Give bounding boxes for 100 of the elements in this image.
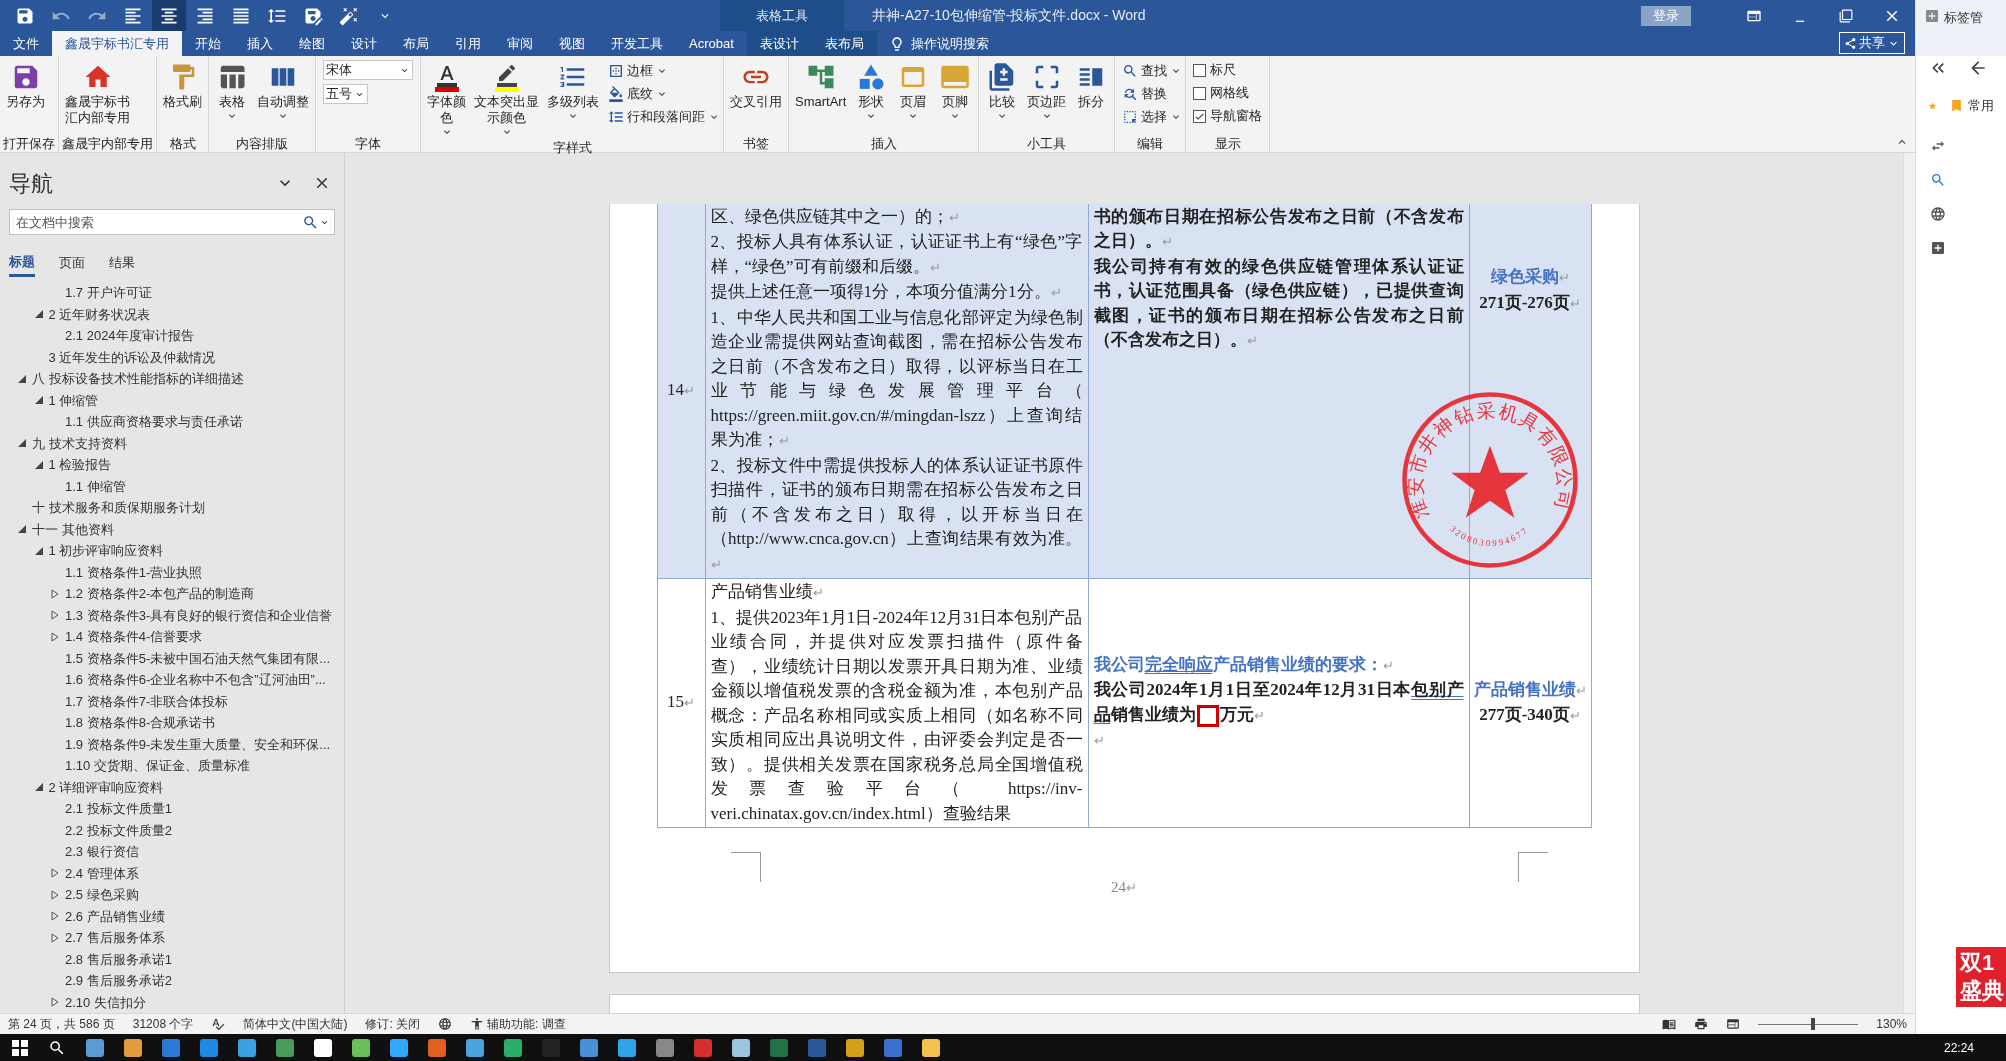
ribbon-button[interactable]: 行和段落间距 [608,106,720,127]
nav-heading[interactable]: 1.7 开户许可证 [65,283,152,303]
read-mode-icon[interactable] [1662,1017,1677,1031]
ribbon-button[interactable]: SmartArt [792,60,850,134]
app-icon[interactable] [846,1038,864,1057]
nav-tab[interactable]: 标题 [9,249,35,277]
nav-tab[interactable]: 结果 [109,249,135,277]
ribbon-button[interactable]: 页边距 [1024,60,1070,134]
proofing-icon[interactable] [211,1017,226,1031]
ribbon-tab[interactable]: 开始 [182,31,234,56]
tab-manager-icon[interactable] [1924,8,1940,24]
nav-heading[interactable]: 1.8 资格条件8-合规承诺书 [65,713,216,733]
app-icon[interactable] [580,1038,598,1057]
expanded-arrow-icon[interactable] [34,546,43,555]
font-dropdown[interactable]: 五号 [323,84,368,104]
nav-heading[interactable]: 1.10 交货期、保证金、质量标准 [65,756,250,776]
ribbon-button[interactable]: 多级列表 [544,60,602,138]
ribbon-tab[interactable]: 绘图 [286,31,338,56]
accessibility-status[interactable]: 辅助功能: 调查 [487,1015,566,1033]
promo-banner[interactable]: 双1 盛典 [1956,947,2006,1007]
nav-heading[interactable]: 2.4 管理体系 [65,863,139,883]
collapsed-arrow-icon[interactable] [51,610,59,621]
nav-heading[interactable]: 2.2 投标文件质量2 [65,820,172,840]
font-dropdown[interactable]: 宋体 [323,60,413,80]
ribbon-button[interactable]: 比较 [982,60,1023,134]
app-icon[interactable] [390,1038,408,1057]
expanded-arrow-icon[interactable] [34,396,43,405]
app-icon[interactable] [124,1038,142,1057]
collapsed-arrow-icon[interactable] [51,889,59,900]
app-icon[interactable] [352,1038,370,1057]
tell-me-search[interactable]: 操作说明搜索 [904,31,995,56]
clock[interactable]: 22:24 [1943,1038,1974,1057]
ribbon-tab[interactable]: 表布局 [811,31,877,56]
nav-heading[interactable]: 1.3 资格条件3-具有良好的银行资信和企业信誉 [65,605,333,625]
collapsed-arrow-icon[interactable] [51,868,59,879]
nav-heading[interactable]: 九 技术支持资料 [32,433,127,453]
app-icon[interactable] [732,1038,750,1057]
nav-heading[interactable]: 2.7 售后服务体系 [65,928,165,948]
ribbon-button[interactable]: 页眉 [893,60,934,134]
nav-tab[interactable]: 页面 [59,249,85,277]
ribbon-tab[interactable]: 布局 [390,31,442,56]
nav-heading[interactable]: 十 技术服务和质保期服务计划 [32,498,205,518]
ribbon-tab[interactable]: 开发工具 [598,31,676,56]
checkbox[interactable] [1193,109,1207,123]
page-count[interactable]: 第 24 页，共 586 页 [8,1015,115,1033]
ribbon-button[interactable]: 边框 [608,60,720,81]
nav-heading[interactable]: 2.1 投标文件质量1 [65,799,172,819]
ribbon-button[interactable]: 拆分 [1071,60,1112,134]
ribbon-button[interactable]: 选择 [1122,106,1183,127]
checkbox[interactable] [1193,86,1207,100]
ribbon-tab[interactable]: 审阅 [494,31,546,56]
app-icon[interactable] [504,1038,522,1057]
add-icon[interactable] [1930,239,1946,256]
bookmark-label[interactable]: 常用 [1968,96,1994,116]
expanded-arrow-icon[interactable] [18,525,26,534]
search-icon[interactable] [48,1038,66,1057]
nav-heading[interactable]: 1 初步评审响应资料 [48,541,164,561]
app-icon[interactable] [238,1038,256,1057]
nav-heading[interactable]: 1.7 资格条件7-非联合体投标 [65,691,229,711]
search-field[interactable]: 在文档中搜索 [9,209,335,235]
nav-heading[interactable]: 1.2 资格条件2-本包产品的制造商 [65,584,255,604]
app-icon[interactable] [466,1038,484,1057]
globe-icon[interactable] [1930,205,1946,222]
ribbon-tab[interactable]: 鑫晟宇标书汇专用 [52,31,182,56]
ribbon-button[interactable]: 自动调整 [254,60,312,134]
nav-heading[interactable]: 1.4 资格条件4-信誉要求 [65,627,203,647]
web-layout-icon[interactable] [1726,1017,1741,1031]
nav-heading[interactable]: 八 投标设备技术性能指标的详细描述 [32,369,244,389]
collapsed-arrow-icon[interactable] [51,588,59,599]
ribbon-button[interactable]: 替换 [1122,83,1183,104]
ribbon-button[interactable]: 底纹 [608,83,720,104]
track-changes-status[interactable]: 修订: 关闭 [365,1015,421,1033]
nav-heading[interactable]: 1.1 资格条件1-营业执照 [65,562,203,582]
collapsed-arrow-icon[interactable] [51,932,59,943]
zoom-slider[interactable] [1758,1018,1859,1030]
nav-heading[interactable]: 1.6 资格条件6-企业名称中不包含”辽河油田”... [65,670,326,690]
ribbon-tab[interactable]: Acrobat [676,31,747,56]
expanded-arrow-icon[interactable] [18,439,26,448]
collapsed-arrow-icon[interactable] [51,911,59,922]
ribbon-tab[interactable]: 文件 [0,31,52,56]
app-icon[interactable] [86,1038,104,1057]
nav-heading[interactable]: 1 检验报告 [48,455,112,475]
nav-heading[interactable]: 十一 其他资料 [32,519,114,539]
accessibility-icon[interactable] [470,1017,485,1031]
ribbon-button[interactable]: 形状 [851,60,892,134]
nav-heading[interactable]: 2 详细评审响应资料 [48,777,164,797]
ribbon-tab[interactable]: 插入 [234,31,286,56]
nav-heading[interactable]: 2.8 售后服务承诺1 [65,949,172,969]
ribbon-tab[interactable]: 表设计 [746,31,812,56]
word-count[interactable]: 31208 个字 [132,1015,194,1033]
ribbon-button[interactable]: 查找 [1122,60,1183,81]
language-status[interactable]: 简体中文(中国大陆) [243,1015,348,1033]
nav-heading[interactable]: 1 伸缩管 [48,390,99,410]
nav-heading[interactable]: 3 近年发生的诉讼及仲裁情况 [48,347,216,367]
zoom-level[interactable]: 130% [1876,1015,1907,1033]
ribbon-button[interactable]: 文本突出显 示颜色 [471,60,542,138]
nav-heading[interactable]: 2.6 产品销售业绩 [65,906,165,926]
ribbon-button[interactable]: 页脚 [935,60,976,134]
nav-heading[interactable]: 1.9 资格条件9-未发生重大质量、安全和环保... [65,734,331,754]
collapsed-arrow-icon[interactable] [51,997,59,1008]
